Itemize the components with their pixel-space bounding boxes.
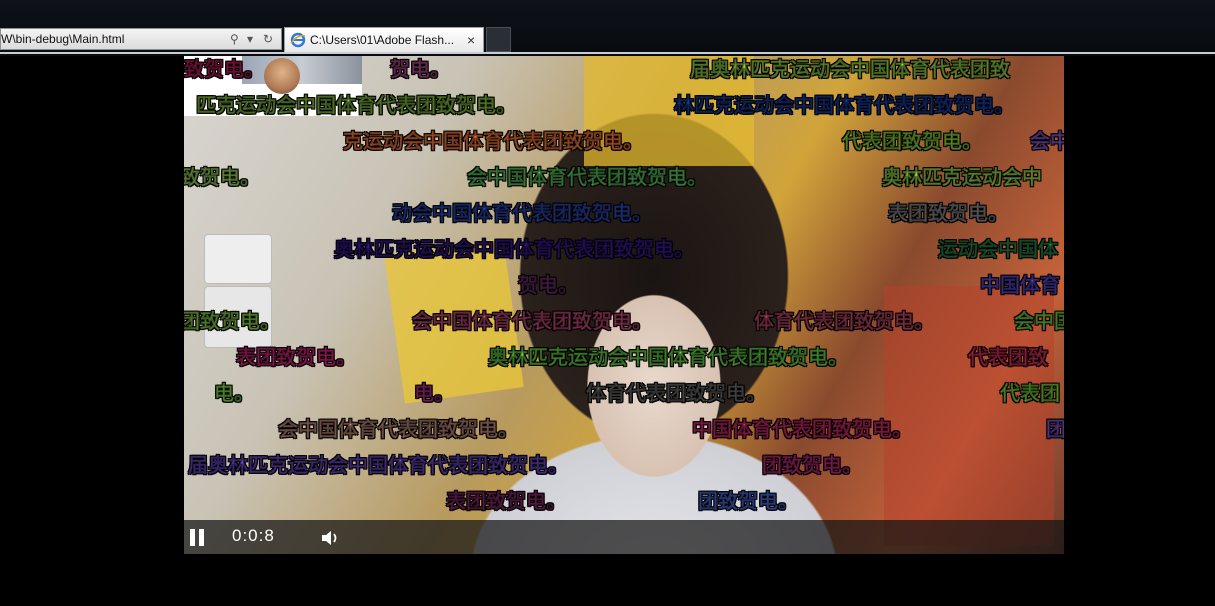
danmaku-comment: 代表团 xyxy=(1000,381,1061,406)
player-controls: 0:0:8 xyxy=(184,520,1064,554)
volume-icon[interactable] xyxy=(320,528,342,548)
danmaku-comment: 会中国 xyxy=(1014,309,1064,334)
danmaku-comment: 届奥林匹克运动会中国体育代表团致贺电。 xyxy=(188,453,569,478)
danmaku-comment: 贺电。 xyxy=(518,273,579,298)
danmaku-comment: 致贺电。 xyxy=(184,165,260,190)
address-bar[interactable]: W\bin-debug\Main.html ⚲ ▾ ↻ xyxy=(0,28,282,50)
danmaku-comment: 团致贺电。 xyxy=(698,489,799,514)
danmaku-comment: 克运动会中国体育代表团致贺电。 xyxy=(343,129,644,154)
address-url[interactable]: W\bin-debug\Main.html xyxy=(1,29,124,49)
danmaku-comment: 匹克运动会中国体育代表团致贺电。 xyxy=(196,93,517,118)
danmaku-comment: 表团致贺电。 xyxy=(236,345,357,370)
danmaku-comment: 电。 xyxy=(214,381,255,406)
danmaku-comment: 代表团致 xyxy=(968,345,1049,370)
danmaku-comment: 中国体育代表团致贺电。 xyxy=(692,417,913,442)
search-icon[interactable]: ⚲ xyxy=(230,29,239,49)
danmaku-comment: 运动会中国体 xyxy=(938,237,1059,262)
danmaku-comment: 会中国体育代表团致贺电。 xyxy=(278,417,519,442)
danmaku-comment: 会中 xyxy=(1030,129,1064,154)
avatar xyxy=(264,58,300,94)
danmaku-comment: 致贺电。 xyxy=(184,57,264,82)
danmaku-comment: 表团致贺电。 xyxy=(888,201,1009,226)
danmaku-comment: 会中国体育代表团致贺电。 xyxy=(467,165,708,190)
danmaku-comment: 代表团致贺电。 xyxy=(842,129,983,154)
tab-title: C:\Users\01\Adobe Flash... xyxy=(310,33,455,47)
danmaku-comment: 奥林匹克运动会中国体育代表团致贺电。 xyxy=(334,237,695,262)
danmaku-comment: 表团致贺电。 xyxy=(446,489,567,514)
video-player[interactable]: 致贺电。 贺电。 届奥林匹克运动会中国体育代表团致 匹克运动会中国体育代表团致贺电。林… xyxy=(184,56,1064,554)
chevron-down-icon[interactable]: ▾ xyxy=(247,29,253,49)
danmaku-comment: 团致贺电。 xyxy=(762,453,863,478)
danmaku-comment: 届奥林匹克运动会中国体育代表团致 xyxy=(690,57,1011,82)
new-tab-button[interactable] xyxy=(486,27,511,52)
chrome-divider xyxy=(0,52,1215,54)
danmaku-comment: 奥林匹克运动会中国体育代表团致贺电。 xyxy=(488,345,849,370)
refresh-icon[interactable]: ↻ xyxy=(263,29,273,49)
danmaku-comment: 电。 xyxy=(414,381,455,406)
danmaku-comment: 团致贺电。 xyxy=(184,309,280,334)
danmaku-comment: 团 xyxy=(1046,417,1064,442)
pause-button[interactable] xyxy=(190,529,206,547)
close-icon[interactable]: × xyxy=(467,28,475,52)
wall-outlet xyxy=(204,234,272,284)
danmaku-comment: 贺电。 xyxy=(390,57,451,82)
playback-time: 0:0:8 xyxy=(232,526,275,545)
danmaku-comment: 会中国体育代表团致贺电。 xyxy=(412,309,653,334)
danmaku-comment: 中国体育 xyxy=(980,273,1061,298)
ie-logo-icon xyxy=(290,32,306,48)
danmaku-comment: 动会中国体育代表团致贺电。 xyxy=(392,201,653,226)
danmaku-comment: 林匹克运动会中国体育代表团致贺电。 xyxy=(674,93,1015,118)
browser-tab-active[interactable]: C:\Users\01\Adobe Flash... × xyxy=(284,27,484,52)
danmaku-comment: 奥林匹克运动会中 xyxy=(882,165,1043,190)
danmaku-comment: 体育代表团致贺电。 xyxy=(754,309,935,334)
danmaku-comment: 体育代表团致贺电。 xyxy=(586,381,767,406)
